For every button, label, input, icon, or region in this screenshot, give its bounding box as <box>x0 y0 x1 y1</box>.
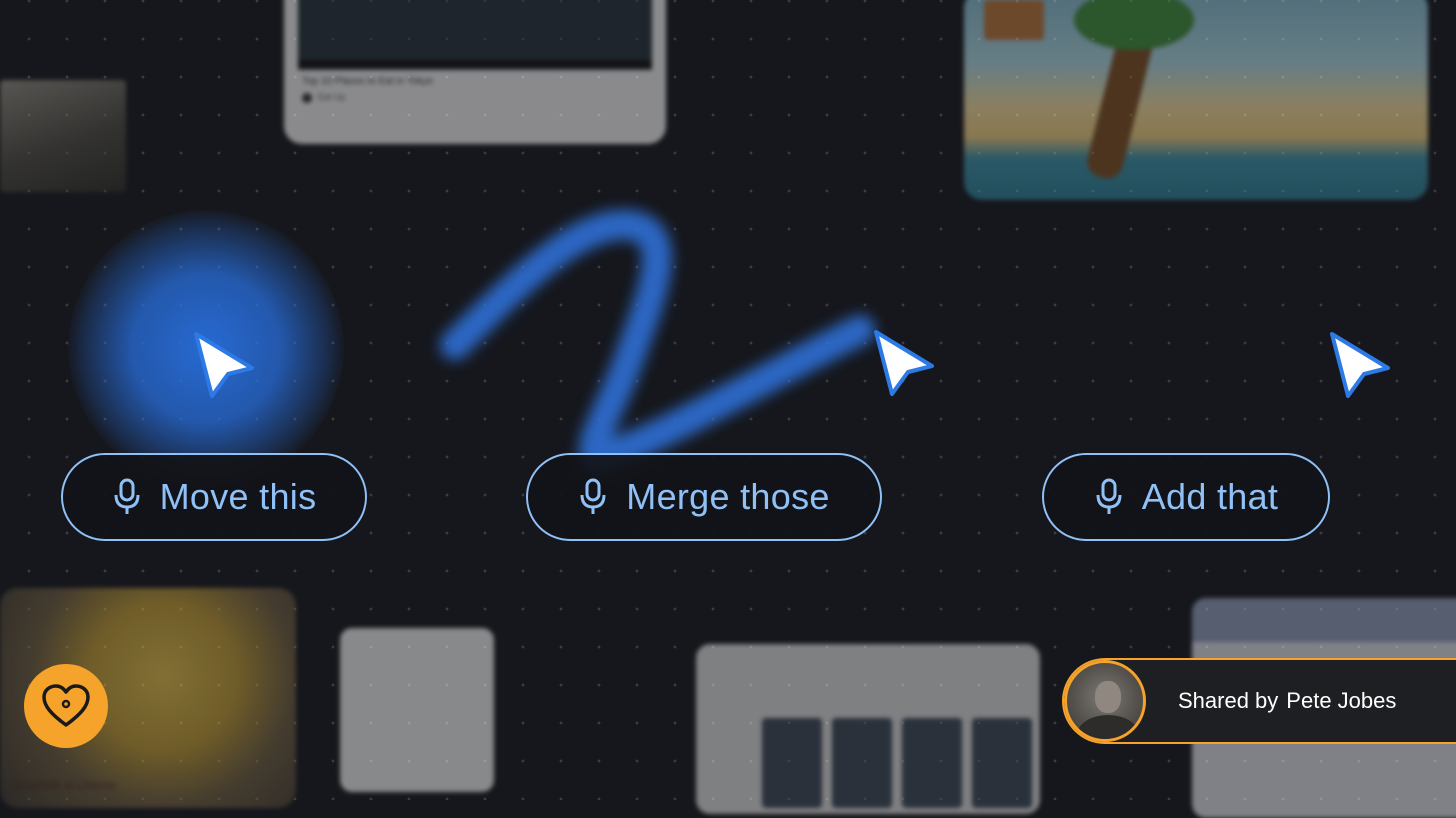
avatar-face <box>1095 681 1121 713</box>
avatar <box>1064 660 1146 742</box>
favorite-button[interactable] <box>24 664 108 748</box>
voice-command-merge-those[interactable]: Merge those <box>526 453 882 541</box>
voice-command-label: Move this <box>159 476 317 517</box>
microphone-icon <box>580 478 606 514</box>
microphone-icon <box>114 478 140 514</box>
merge-gesture-stroke <box>440 209 875 474</box>
voice-command-label: Add that <box>1141 476 1279 517</box>
cursor-arrow-icon <box>1330 332 1390 398</box>
shared-by-text: Shared by Pete Jobes <box>1178 660 1396 742</box>
shared-by-badge: Shared by Pete Jobes <box>1062 658 1456 744</box>
cursor-arrow-icon <box>194 332 254 398</box>
cursor-arrow-icon <box>874 330 934 396</box>
microphone-icon <box>1096 478 1122 514</box>
avatar-body <box>1077 715 1139 739</box>
voice-command-add-that[interactable]: Add that <box>1042 453 1330 541</box>
voice-command-move-this[interactable]: Move this <box>61 453 367 541</box>
shared-by-name: Pete Jobes <box>1286 688 1397 713</box>
shared-by-prefix: Shared by <box>1178 688 1279 713</box>
voice-command-label: Merge those <box>626 476 830 517</box>
heart-icon <box>42 684 90 727</box>
